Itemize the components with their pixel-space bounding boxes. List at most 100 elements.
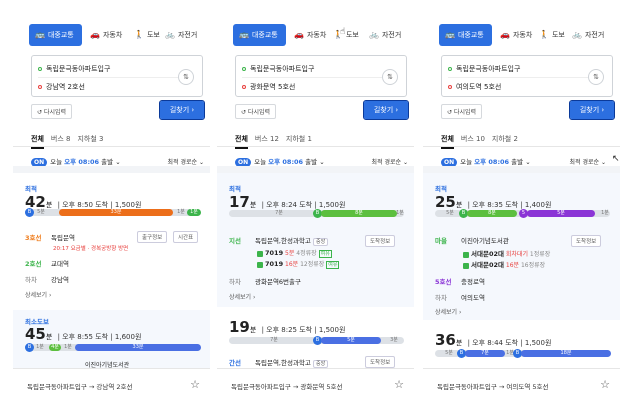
route-footer: 독립문극동아파트입구 → 광화문역 5호선 ☆	[217, 368, 414, 398]
car-icon: 🚗	[90, 30, 100, 39]
cursor-icon: ☝	[340, 27, 346, 37]
result-tabs: 전체 버스 10 지하철 2	[441, 134, 525, 149]
exit-info-button[interactable]: 출구정보	[137, 231, 168, 243]
result-tabs: 전체 버스 8 지하철 3	[31, 134, 110, 149]
destination-field[interactable]: 강남역 2호선	[38, 77, 185, 92]
tab-bus[interactable]: 버스 12	[255, 135, 279, 143]
route-duration: 19분 | 오후 8:25 도착 | 1,500원	[229, 318, 346, 336]
tab-transit[interactable]: 🚌 대중교통	[29, 24, 82, 46]
car-icon: 🚗	[294, 30, 304, 39]
origin-dot-icon	[448, 67, 452, 71]
bus-icon: B	[25, 208, 34, 217]
tab-bus[interactable]: 버스 8	[51, 135, 71, 143]
route-timeline-bar: 7분 B 5분 3분	[229, 336, 404, 345]
star-icon[interactable]: ☆	[190, 378, 200, 391]
detail-link[interactable]: 상세보기 ›	[25, 290, 51, 299]
bus-icon	[463, 262, 469, 269]
origin-field[interactable]: 독립문극동아파트입구	[38, 64, 110, 74]
find-route-button[interactable]: 길찾기 ›	[569, 100, 615, 120]
swap-icon[interactable]: ⇅	[178, 69, 194, 85]
tab-subway[interactable]: 지하철 1	[286, 135, 312, 143]
star-icon[interactable]: ☆	[394, 378, 404, 391]
divider	[423, 166, 620, 173]
route-search-box: 독립문극동아파트입구 강남역 2호선 ⇅	[31, 55, 203, 97]
tab-subway[interactable]: 지하철 3	[77, 135, 103, 143]
origin-dot-icon	[242, 67, 246, 71]
tab-bike[interactable]: 🚲 자전거	[572, 24, 604, 46]
route-step: 하차 광화문역6번출구	[229, 278, 301, 286]
reset-button[interactable]: ↺ 다시입력	[235, 104, 277, 119]
route-summary: 독립문극동아파트입구 → 여의도역 5호선	[437, 383, 549, 391]
sort-select[interactable]: 최적 경로순 ⌄	[372, 157, 408, 166]
route-search-box: 독립문극동아파트입구 여의도역 5호선 ⇅	[441, 55, 613, 97]
route-card[interactable]: 최적 42분 | 오후 8:50 도착 | 1,500원 B 5분 33분 1분…	[13, 173, 210, 308]
tab-bus[interactable]: 버스 10	[461, 135, 485, 143]
route-duration: 45분 | 오후 8:55 도착 | 1,600원	[25, 325, 142, 343]
route-duration: 36분 | 오후 8:44 도착 | 1,500원	[435, 331, 552, 349]
route-step: 지선 독립문역,한성과학고 중앙	[229, 235, 329, 246]
route-timeline-bar: 5분 B 7분 1분 B 18분	[435, 349, 611, 358]
tab-walk[interactable]: 🚶 도보	[333, 24, 359, 46]
transport-mode-tabs: 🚌 대중교통 🚗 자동차 🚶 도보 🚲 자전거	[423, 24, 620, 46]
tab-bike[interactable]: 🚲 자전거	[165, 24, 197, 46]
divider	[13, 166, 210, 173]
route-footer: 독립문극동아파트입구 → 강남역 2호선 ☆	[13, 368, 210, 398]
route-card[interactable]: 최적 17분 | 오후 8:24 도착 | 1,500원 7분 B 8분 1분 …	[217, 173, 414, 307]
swap-icon[interactable]: ⇅	[588, 69, 604, 85]
tab-walk[interactable]: 🚶 도보	[539, 24, 565, 46]
destination-dot-icon	[38, 85, 42, 89]
arrival-info-button[interactable]: 도착정보	[365, 235, 396, 247]
arrival-info-button[interactable]: 도착정보	[571, 235, 602, 247]
bus-icon: B	[25, 343, 34, 352]
route-card[interactable]: 최적 25분 | 오후 8:35 도착 | 1,400원 5분 B 8분 5 5…	[423, 173, 620, 320]
tab-car[interactable]: 🚗 자동차	[90, 24, 122, 46]
route-step: 5호선 충정로역	[435, 278, 485, 286]
route-card[interactable]: 19분 | 오후 8:25 도착 | 1,500원 7분 B 5분 3분 간선 독…	[217, 310, 414, 368]
bus-arrival-row: 서대문02대 회차대기 1정류장	[463, 248, 550, 258]
route-step: 하차 강남역	[25, 276, 69, 284]
car-icon: 🚗	[500, 30, 510, 39]
bus-icon	[257, 250, 263, 257]
origin-field[interactable]: 독립문극동아파트입구	[242, 64, 314, 74]
bus-icon	[463, 251, 469, 258]
route-panel: 🚌 대중교통 🚗 자동차 🚶 도보 🚲 자전거 ☝ 독립문극동아파트입구 광화문역 5호…	[217, 0, 414, 413]
swap-icon[interactable]: ⇅	[382, 69, 398, 85]
divider	[13, 146, 210, 147]
route-duration: 25분 | 오후 8:35 도착 | 1,400원	[435, 193, 552, 211]
tab-car[interactable]: 🚗 자동차	[294, 24, 326, 46]
detail-link[interactable]: 상세보기 ›	[229, 292, 255, 301]
sort-select[interactable]: 최적 경로순 ⌄	[570, 157, 606, 166]
route-summary: 독립문극동아파트입구 → 강남역 2호선	[27, 383, 133, 391]
route-card[interactable]: 36분 | 오후 8:44 도착 | 1,500원 5분 B 7분 1분 B 1…	[423, 325, 620, 368]
origin-field[interactable]: 독립문극동아파트입구	[448, 64, 520, 74]
route-timeline-bar: B 1분 4분 1분 33분	[25, 343, 201, 352]
destination-field[interactable]: 광화문역 5호선	[242, 77, 397, 92]
tab-transit[interactable]: 🚌 대중교통	[439, 24, 492, 46]
timetable-button[interactable]: 시간표	[173, 231, 199, 243]
tab-transit[interactable]: 🚌 대중교통	[233, 24, 286, 46]
destination-field[interactable]: 여의도역 5호선	[448, 77, 603, 92]
route-card[interactable]: 최소도보 45분 | 오후 8:55 도착 | 1,600원 B 1분 4분 1…	[13, 310, 210, 369]
tab-car[interactable]: 🚗 자동차	[500, 24, 532, 46]
route-search-box: 독립문극동아파트입구 광화문역 5호선 ⇅	[235, 55, 407, 97]
find-route-button[interactable]: 길찾기 ›	[159, 100, 205, 120]
bus-icon: 🚌	[445, 30, 455, 39]
star-icon[interactable]: ☆	[600, 378, 610, 391]
find-route-button[interactable]: 길찾기 ›	[363, 100, 409, 120]
route-footer: 독립문극동아파트입구 → 여의도역 5호선 ☆	[423, 368, 620, 398]
route-timeline-bar: B 5분 33분 1분 1분	[25, 208, 201, 217]
tab-walk[interactable]: 🚶 도보	[134, 24, 160, 46]
bus-arrival-row: 서대문02대 16분 16정류장	[463, 259, 545, 269]
tab-bike[interactable]: 🚲 자전거	[369, 24, 401, 46]
bus-icon: 🚌	[239, 30, 249, 39]
route-panel: 🚌 대중교통 🚗 자동차 🚶 도보 🚲 자전거 독립문극동아파트입구 강남역 2호선 ⇅…	[13, 0, 210, 413]
reset-button[interactable]: ↺ 다시입력	[31, 104, 73, 119]
sort-select[interactable]: 최적 경로순 ⌄	[168, 157, 204, 166]
arrival-info-button[interactable]: 도착정보	[365, 356, 396, 368]
tab-subway[interactable]: 지하철 2	[492, 135, 518, 143]
detail-link[interactable]: 상세보기 ›	[435, 307, 461, 316]
destination-dot-icon	[242, 85, 246, 89]
reset-button[interactable]: ↺ 다시입력	[441, 104, 483, 119]
divider	[217, 166, 414, 173]
bus-icon: 🚌	[35, 30, 45, 39]
